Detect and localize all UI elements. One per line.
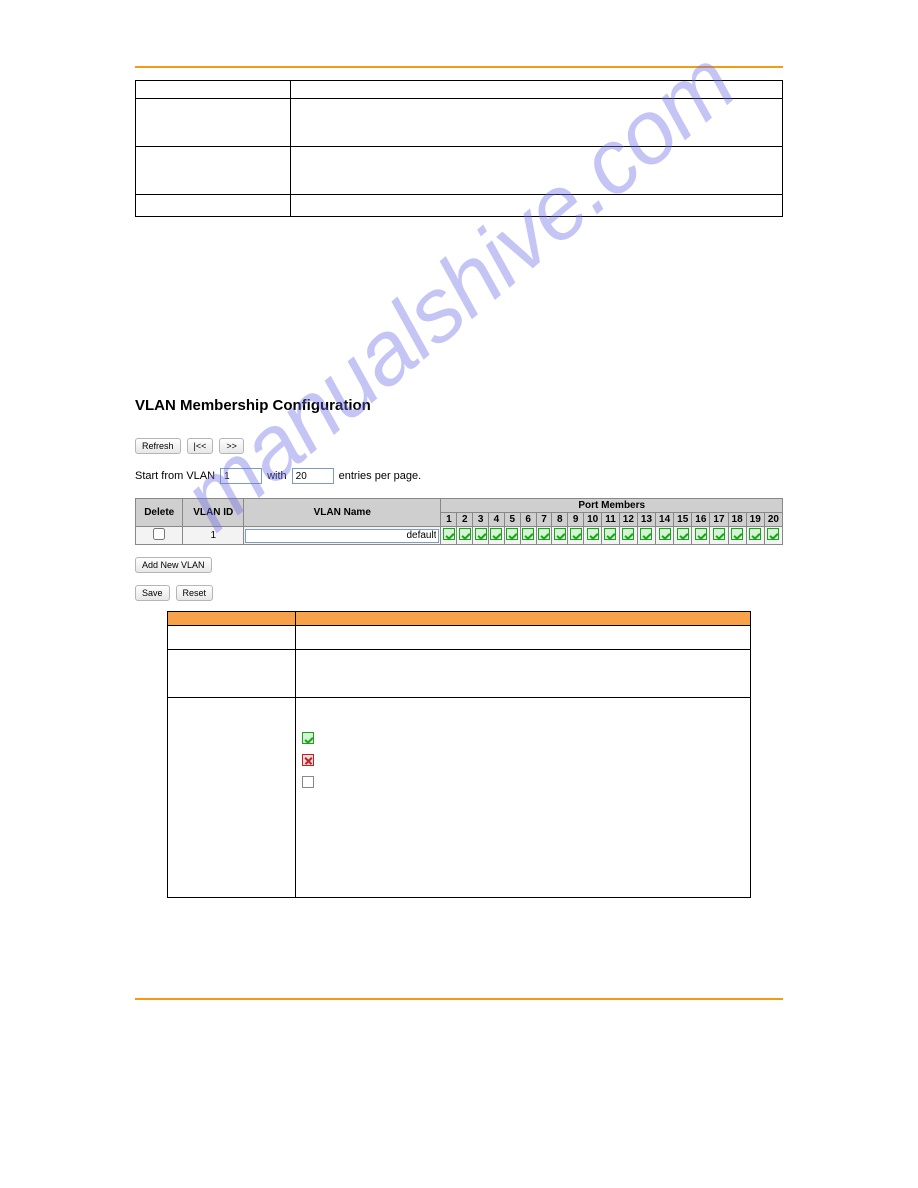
table-row: 1 — [136, 527, 783, 545]
port-toggle[interactable] — [749, 528, 761, 540]
port-toggle[interactable] — [475, 528, 487, 540]
bottom-divider — [135, 998, 783, 1000]
port-header-17: 17 — [710, 513, 728, 527]
entries-per-page-input[interactable] — [292, 468, 334, 484]
port-header-7: 7 — [536, 513, 552, 527]
port-toggle[interactable] — [731, 528, 743, 540]
port-toggle[interactable] — [640, 528, 652, 540]
save-button[interactable]: Save — [135, 585, 170, 601]
col-delete: Delete — [136, 499, 183, 527]
delete-checkbox[interactable] — [153, 528, 165, 540]
port-header-8: 8 — [552, 513, 568, 527]
port-header-3: 3 — [473, 513, 489, 527]
page-title: VLAN Membership Configuration — [135, 397, 783, 414]
port-header-5: 5 — [504, 513, 520, 527]
port-toggle[interactable] — [604, 528, 616, 540]
col-port-members: Port Members — [441, 499, 783, 513]
port-toggle[interactable] — [677, 528, 689, 540]
refresh-button[interactable]: Refresh — [135, 438, 181, 454]
paging-middle: with — [267, 470, 287, 482]
port-toggle[interactable] — [490, 528, 502, 540]
port-toggle[interactable] — [713, 528, 725, 540]
port-toggle[interactable] — [554, 528, 566, 540]
port-header-16: 16 — [692, 513, 710, 527]
port-header-1: 1 — [441, 513, 457, 527]
port-toggle[interactable] — [506, 528, 518, 540]
next-page-button[interactable]: >> — [219, 438, 244, 454]
col-vlan-id: VLAN ID — [183, 499, 244, 527]
port-header-2: 2 — [457, 513, 473, 527]
port-header-20: 20 — [764, 513, 782, 527]
vlan-id-cell: 1 — [183, 527, 244, 545]
port-toggle[interactable] — [522, 528, 534, 540]
vlan-membership-table: Delete VLAN ID VLAN Name Port Members 12… — [135, 498, 783, 545]
port-header-15: 15 — [674, 513, 692, 527]
col-vlan-name: VLAN Name — [244, 499, 441, 527]
toolbar: Refresh |<< >> — [135, 438, 783, 454]
port-header-10: 10 — [584, 513, 602, 527]
port-header-19: 19 — [746, 513, 764, 527]
port-toggle[interactable] — [767, 528, 779, 540]
port-header-12: 12 — [619, 513, 637, 527]
port-toggle[interactable] — [459, 528, 471, 540]
port-toggle[interactable] — [659, 528, 671, 540]
port-header-13: 13 — [637, 513, 655, 527]
port-toggle[interactable] — [587, 528, 599, 540]
paging-suffix: entries per page. — [339, 470, 422, 482]
legend-empty-icon — [302, 776, 314, 788]
start-vlan-input[interactable] — [220, 468, 262, 484]
port-toggle[interactable] — [443, 528, 455, 540]
port-toggle[interactable] — [622, 528, 634, 540]
paging-prefix: Start from VLAN — [135, 470, 215, 482]
definitions-table — [167, 611, 750, 898]
port-header-9: 9 — [568, 513, 584, 527]
port-toggle[interactable] — [570, 528, 582, 540]
paging-controls: Start from VLAN with entries per page. — [135, 468, 783, 484]
port-header-14: 14 — [656, 513, 674, 527]
vlan-name-input[interactable] — [245, 529, 439, 543]
port-toggle[interactable] — [538, 528, 550, 540]
top-meta-table — [135, 80, 783, 217]
legend-forbid-icon — [302, 754, 314, 766]
add-new-vlan-button[interactable]: Add New VLAN — [135, 557, 212, 573]
port-toggle[interactable] — [695, 528, 707, 540]
top-divider — [135, 66, 783, 68]
port-header-6: 6 — [520, 513, 536, 527]
legend-include-icon — [302, 732, 314, 744]
port-header-11: 11 — [602, 513, 620, 527]
port-header-4: 4 — [489, 513, 505, 527]
first-page-button[interactable]: |<< — [187, 438, 214, 454]
port-header-18: 18 — [728, 513, 746, 527]
reset-button[interactable]: Reset — [176, 585, 214, 601]
